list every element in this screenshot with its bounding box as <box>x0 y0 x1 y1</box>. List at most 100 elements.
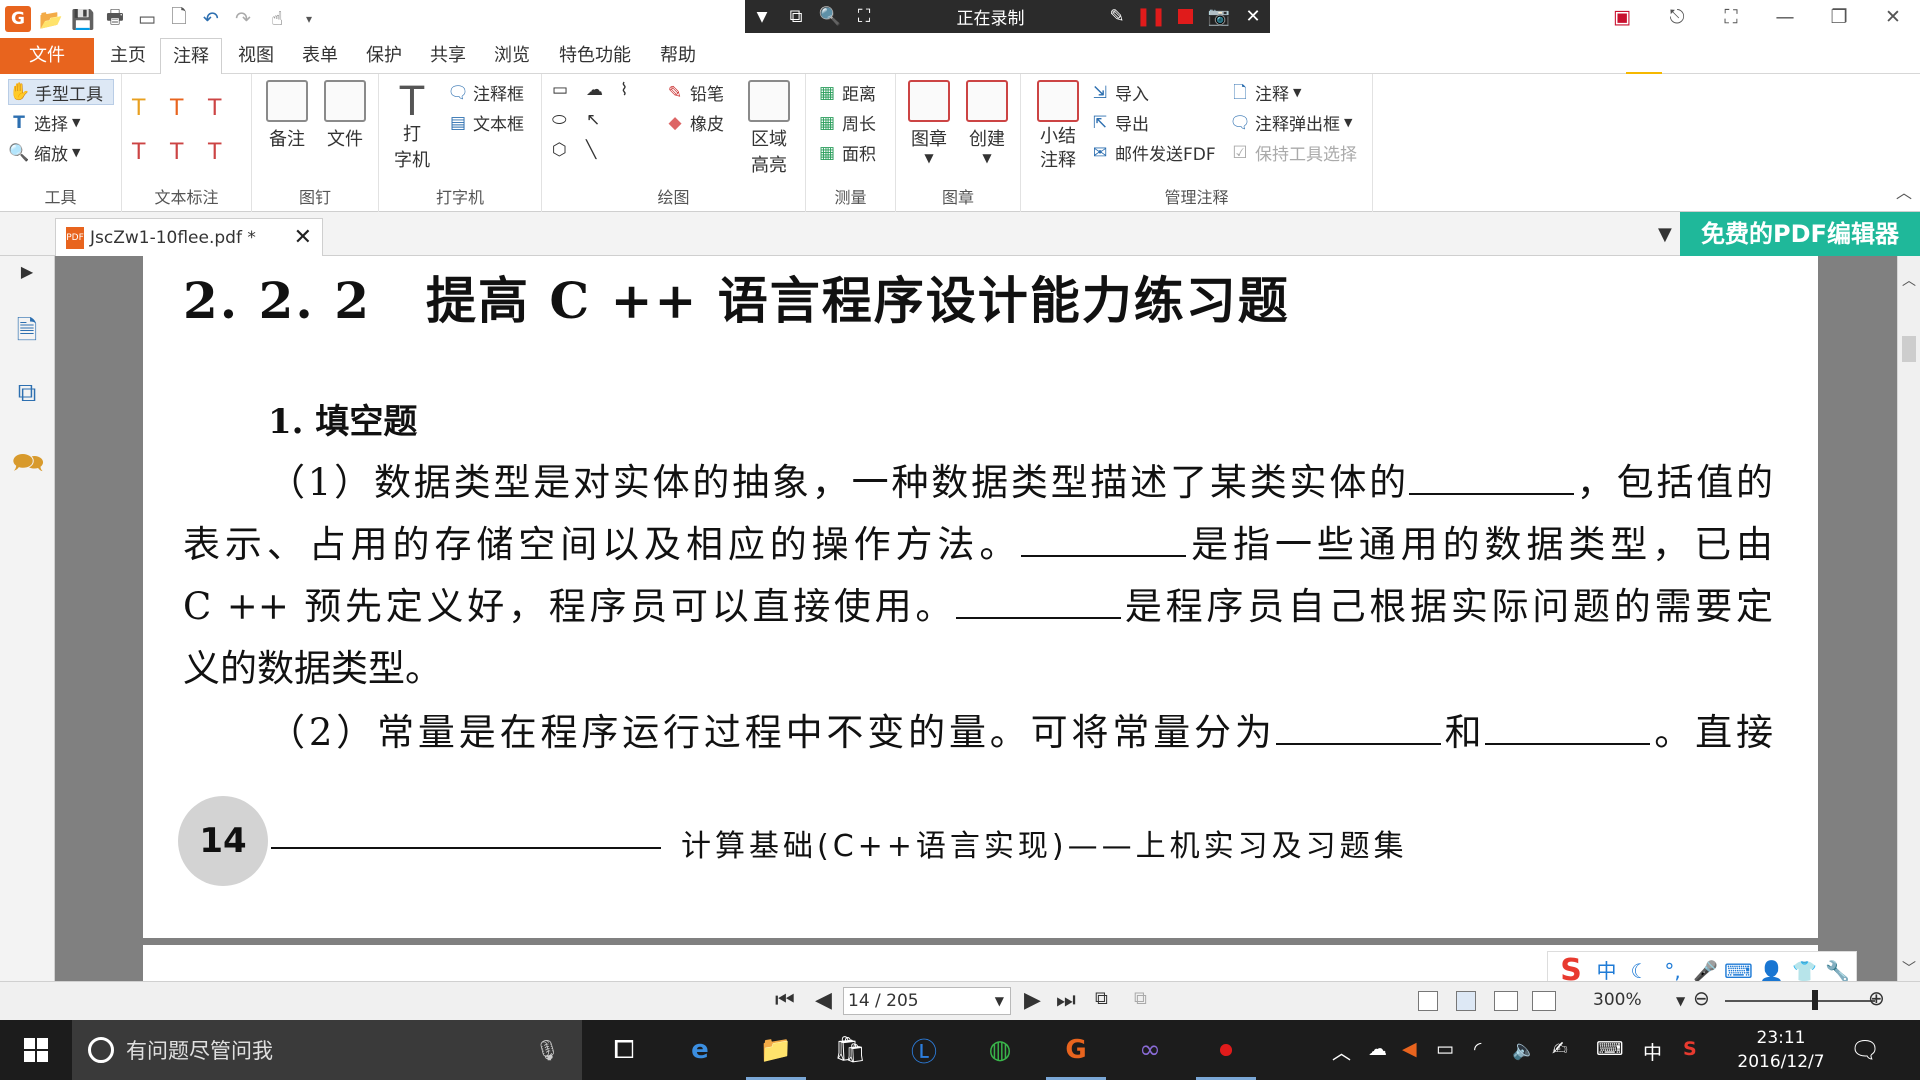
menu-home[interactable]: 主页 <box>100 38 156 74</box>
menu-view[interactable]: 视图 <box>228 38 284 74</box>
previous-view-icon[interactable]: ⧉ <box>1095 988 1108 1009</box>
polyline-icon[interactable]: ⌇ <box>620 80 628 100</box>
tray-keyboard-icon[interactable]: ⌨ <box>1596 1038 1623 1060</box>
print-icon[interactable]: 🖶 <box>102 6 128 32</box>
pages-icon[interactable]: ⧉ <box>12 378 42 412</box>
page-dropdown-icon[interactable]: ▼ <box>995 988 1004 1014</box>
collapse-ribbon-icon[interactable]: ︿ <box>1896 179 1912 203</box>
tray-wifi-icon[interactable]: ◜ <box>1474 1038 1481 1060</box>
tab-list-dropdown-icon[interactable]: ▼ <box>1658 224 1672 245</box>
edge-browser-icon[interactable]: e <box>664 1020 736 1080</box>
continuous-page-icon[interactable] <box>1456 991 1476 1011</box>
underline-text-icon[interactable]: T <box>208 96 221 121</box>
arrow-icon[interactable]: ↖ <box>586 110 600 130</box>
fullscreen-icon[interactable]: ⛶ <box>1704 0 1758 34</box>
note-button[interactable]: 备注 <box>258 80 316 151</box>
oval-icon[interactable]: ⬭ <box>552 110 567 130</box>
restore-icon[interactable]: ❐ <box>1812 0 1866 34</box>
area-button[interactable]: ▦ 面积 <box>816 140 876 166</box>
zoom-tool-button[interactable]: 🔍 缩放 ▼ <box>8 140 80 166</box>
scroll-down-icon[interactable]: ﹀ <box>1902 958 1916 978</box>
prev-page-icon[interactable]: ◀ <box>815 988 832 1013</box>
browser-360-icon[interactable]: ◍ <box>964 1020 1036 1080</box>
tray-speaker-mute-icon[interactable]: ◀ <box>1402 1038 1417 1060</box>
scroll-up-icon[interactable]: ︿ <box>1902 270 1916 290</box>
screen-recorder-icon[interactable]: ⏺ <box>1190 1020 1262 1080</box>
vertical-scrollbar[interactable]: ︿ ﹀ <box>1897 256 1920 981</box>
perimeter-button[interactable]: ▦ 周长 <box>816 110 876 136</box>
menu-comment[interactable]: 注释 <box>160 38 222 75</box>
pdf-editor-taskbar-icon[interactable]: G <box>1040 1020 1112 1080</box>
customize-toolbar-icon[interactable]: ▾ <box>296 6 322 32</box>
typewriter-button[interactable]: T 打字机 <box>383 82 441 174</box>
area-highlight-button[interactable]: 区域 高亮 <box>740 80 798 177</box>
rec-dropdown-icon[interactable]: ▼ <box>745 0 779 33</box>
menu-form[interactable]: 表单 <box>292 38 348 74</box>
tray-pen-icon[interactable]: ✍ <box>1552 1038 1568 1060</box>
zoom-level[interactable]: 300% <box>1593 990 1642 1010</box>
import-button[interactable]: ⇲ 导入 <box>1089 80 1149 106</box>
select-tool-button[interactable]: T 选择 ▼ <box>8 110 80 136</box>
app-logo-icon[interactable]: G <box>5 6 31 32</box>
email-fdf-button[interactable]: ✉ 邮件发送FDF <box>1089 140 1216 166</box>
continuous-facing-icon[interactable] <box>1532 991 1556 1011</box>
bookmark-icon[interactable]: 🗎 <box>12 312 42 346</box>
zoom-slider-handle[interactable] <box>1812 990 1818 1010</box>
replace-text-icon[interactable]: T <box>170 140 183 165</box>
tray-volume-icon[interactable]: 🔈 <box>1512 1038 1536 1061</box>
menu-file[interactable]: 文件 <box>0 38 94 74</box>
rec-region-icon[interactable]: ⛶ <box>847 0 881 33</box>
rec-zoom-icon[interactable]: 🔍 <box>813 0 847 33</box>
rec-window-icon[interactable]: ⧉ <box>779 0 813 33</box>
rec-pause-icon[interactable]: ❚❚ <box>1134 0 1168 33</box>
zoom-in-icon[interactable]: ⊕ <box>1868 986 1885 1010</box>
menu-help[interactable]: 帮助 <box>650 38 706 74</box>
squiggly-text-icon[interactable]: T <box>170 96 183 121</box>
app-badge-icon[interactable]: ▣ <box>1595 0 1649 34</box>
new-doc-icon[interactable]: 🗋 <box>166 6 192 32</box>
stamp-button[interactable]: 图章 ▼ <box>900 80 958 165</box>
rec-camera-icon[interactable]: 📷 <box>1202 0 1236 33</box>
undo-icon[interactable]: ↶ <box>198 6 224 32</box>
open-folder-icon[interactable]: 📂 <box>38 6 64 32</box>
zoom-slider[interactable] <box>1725 1000 1875 1002</box>
redo-icon[interactable]: ↷ <box>230 6 256 32</box>
tray-expand-icon[interactable]: ︿ <box>1332 1038 1351 1065</box>
minimize-icon[interactable]: — <box>1758 0 1812 34</box>
single-page-icon[interactable] <box>1418 991 1438 1011</box>
close-icon[interactable]: ✕ <box>1866 0 1920 34</box>
menu-share[interactable]: 共享 <box>420 38 476 74</box>
last-page-icon[interactable]: ⏭ <box>1056 988 1076 1013</box>
next-page-icon[interactable]: ▶ <box>1024 988 1041 1013</box>
tray-sogou-icon[interactable]: S <box>1683 1038 1697 1060</box>
comments-panel-icon[interactable]: 🗪 <box>12 444 44 478</box>
summarize-comments-button[interactable]: 小结 注释 <box>1029 80 1087 173</box>
facing-page-icon[interactable] <box>1494 991 1518 1011</box>
first-page-icon[interactable]: ⏮ <box>775 988 795 1013</box>
menu-features[interactable]: 特色功能 <box>552 38 638 74</box>
export-button[interactable]: ⇱ 导出 <box>1089 110 1149 136</box>
rec-close-icon[interactable]: ✕ <box>1236 0 1270 33</box>
store-icon[interactable]: 🛍 <box>814 1020 886 1080</box>
menu-protect[interactable]: 保护 <box>356 38 412 74</box>
rec-stop-icon[interactable] <box>1168 0 1202 33</box>
share-icon[interactable]: ⎋ <box>1650 0 1704 34</box>
promo-banner[interactable]: 免费的PDF编辑器 <box>1680 212 1920 256</box>
cortana-mic-icon[interactable]: 🎙 <box>535 1038 560 1062</box>
hand-tool-button[interactable]: ✋ 手型工具 <box>8 79 114 105</box>
polygon-icon[interactable]: ⬡ <box>552 140 567 160</box>
tray-ime-lang[interactable]: 中 <box>1643 1038 1662 1065</box>
file-attach-button[interactable]: 文件 <box>316 80 374 151</box>
cloud-icon[interactable]: ☁ <box>586 80 603 100</box>
insert-text-icon[interactable]: T <box>208 140 221 165</box>
keep-tool-checkbox[interactable]: ☑ 保持工具选择 <box>1229 140 1357 166</box>
strikeout-text-icon[interactable]: T <box>132 140 145 165</box>
zoom-dropdown-icon[interactable]: ▼ <box>1676 994 1685 1008</box>
comment-popup-dropdown[interactable]: 🗨 注释弹出框 ▼ <box>1229 110 1352 136</box>
next-view-icon[interactable]: ⧉ <box>1134 988 1147 1009</box>
create-stamp-button[interactable]: 创建 ▼ <box>958 80 1016 165</box>
scroll-thumb[interactable] <box>1902 336 1916 362</box>
hand-dropdown-icon[interactable]: ☝ <box>264 6 290 32</box>
action-center-icon[interactable]: 🗨 <box>1850 1036 1880 1064</box>
expand-panel-icon[interactable]: ▶ <box>12 262 42 296</box>
